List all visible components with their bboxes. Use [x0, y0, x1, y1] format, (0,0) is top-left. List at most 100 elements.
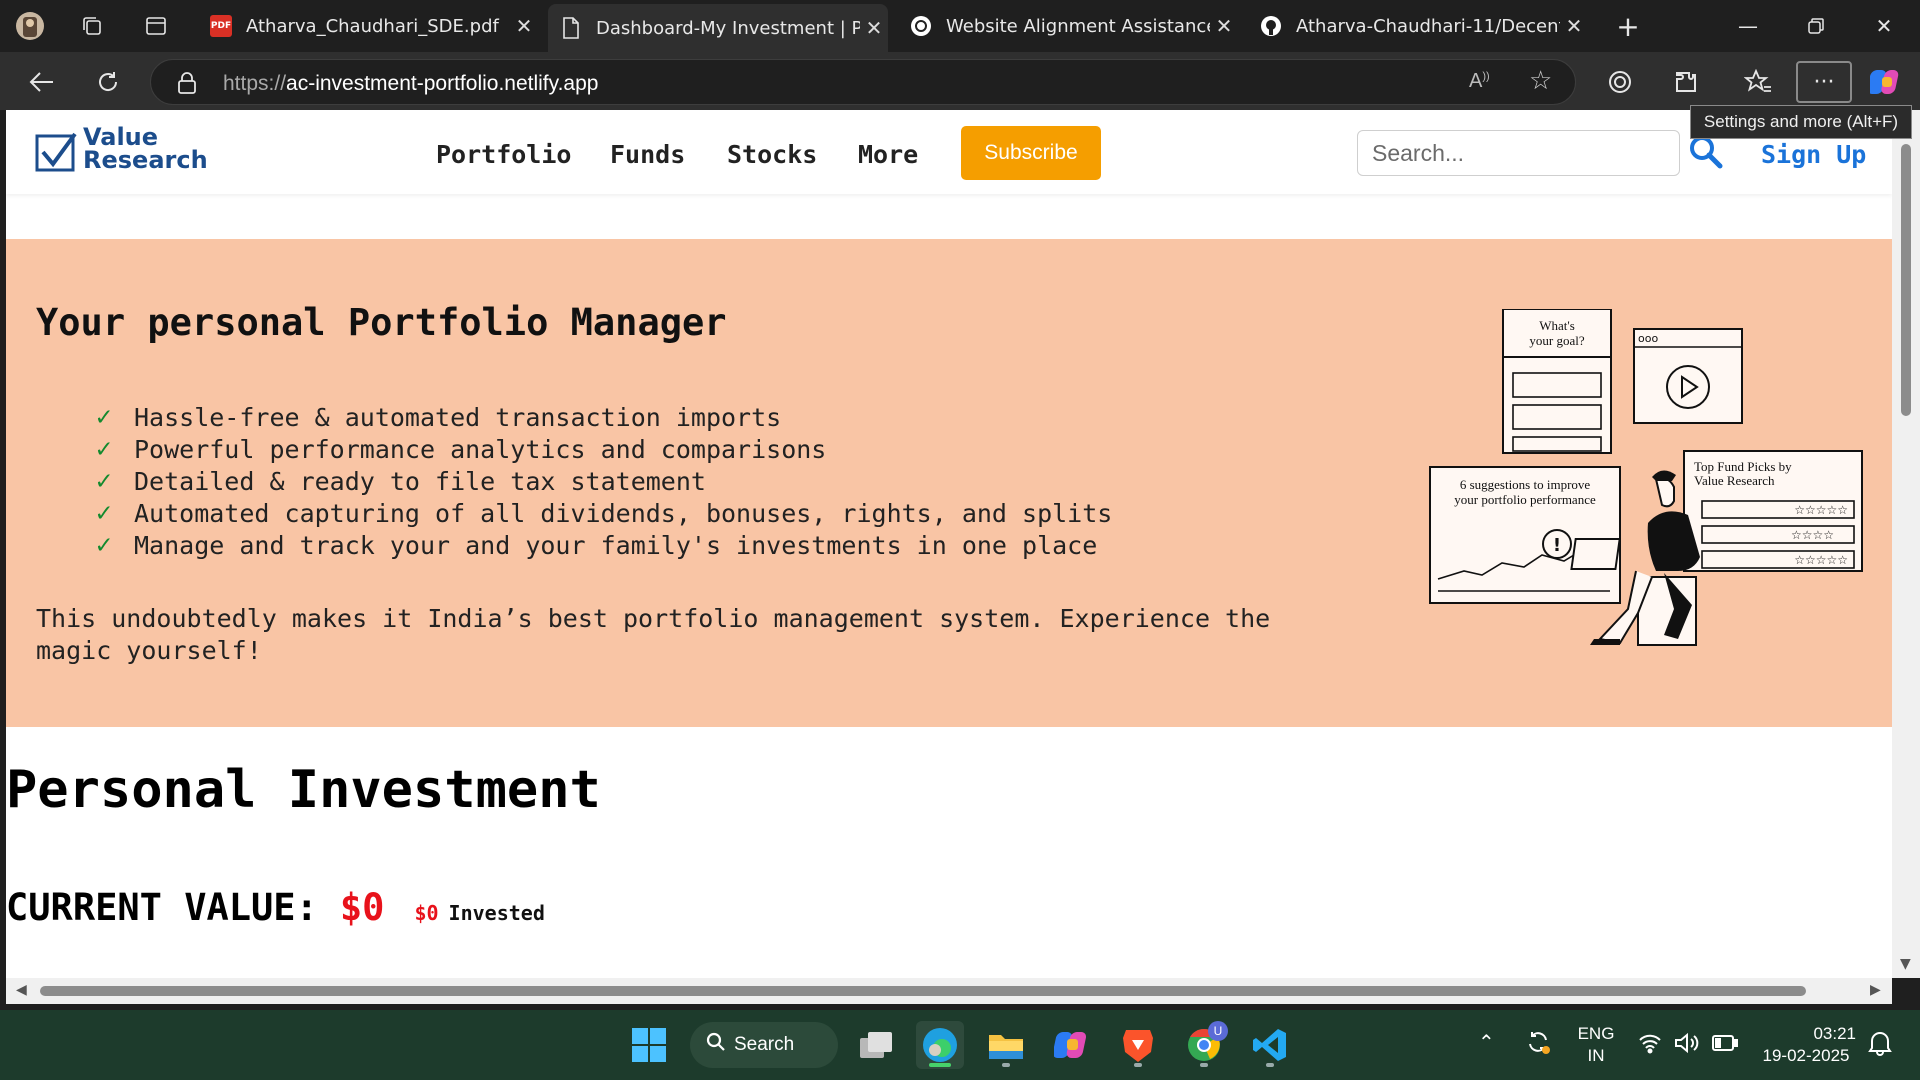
- svg-text:☆☆☆☆☆: ☆☆☆☆☆: [1794, 553, 1848, 567]
- svg-text:6 suggestions to improve: 6 suggestions to improve: [1460, 477, 1591, 492]
- lock-icon[interactable]: [177, 71, 197, 99]
- check-icon: ✓: [96, 498, 112, 528]
- running-app-indicator: [1002, 1063, 1010, 1067]
- brave-browser-icon[interactable]: [1114, 1021, 1162, 1069]
- nav-stocks[interactable]: Stocks: [727, 140, 817, 169]
- running-app-indicator: [1200, 1063, 1208, 1067]
- search-input[interactable]: [1357, 130, 1680, 176]
- close-icon[interactable]: ✕: [860, 16, 888, 40]
- read-aloud-icon[interactable]: A)): [1469, 70, 1490, 93]
- chrome-profile-badge: U: [1208, 1021, 1228, 1041]
- hero-description: This undoubtedly makes it India’s best p…: [36, 604, 1271, 665]
- page-icon: [560, 17, 582, 39]
- taskbar-search-label: Search: [734, 1034, 795, 1055]
- clock[interactable]: 03:21 19-02-2025: [1756, 1023, 1856, 1067]
- active-app-indicator: [929, 1063, 951, 1067]
- pdf-icon: PDF: [210, 15, 232, 37]
- taskbar-search-button[interactable]: Search: [690, 1022, 838, 1068]
- scroll-right-icon[interactable]: ▶: [1870, 982, 1881, 998]
- tab-title: Dashboard-My Investment | Port: [596, 17, 860, 39]
- show-hidden-icons-chevron[interactable]: ⌃: [1478, 1032, 1495, 1054]
- value-research-logo[interactable]: Value Research: [35, 123, 225, 180]
- edge-app-icon[interactable]: [916, 1021, 964, 1069]
- svg-text:☆☆☆☆☆: ☆☆☆☆☆: [1794, 503, 1848, 517]
- clock-time: 03:21: [1813, 1024, 1856, 1043]
- settings-more-button[interactable]: ···: [1796, 61, 1852, 103]
- tab-dashboard[interactable]: Dashboard-My Investment | Port ✕: [548, 4, 888, 52]
- favorites-icon[interactable]: [1740, 64, 1776, 100]
- sync-icon[interactable]: [1524, 1028, 1552, 1062]
- address-bar-row: https://ac-investment-portfolio.netlify.…: [0, 52, 1920, 110]
- subscribe-button[interactable]: Subscribe: [961, 126, 1101, 180]
- openai-icon: [910, 15, 932, 37]
- vertical-tabs-icon[interactable]: [140, 10, 172, 42]
- current-value-row: CURRENT VALUE: $0 $0 Invested: [6, 886, 545, 929]
- tab-title: Atharva-Chaudhari-11/Decentra: [1296, 15, 1560, 37]
- tab-github[interactable]: Atharva-Chaudhari-11/Decentra ✕: [1248, 6, 1588, 46]
- feature-list: ✓ Hassle-free & automated transaction imp…: [96, 401, 1112, 561]
- nav-portfolio[interactable]: Portfolio: [436, 140, 571, 169]
- windows-taskbar: Search U ⌃ ENG IN 03:21 19-02-2025: [0, 1010, 1920, 1080]
- scroll-left-icon[interactable]: ◀: [16, 982, 27, 998]
- windows-start-icon[interactable]: [625, 1021, 673, 1069]
- settings-tooltip: Settings and more (Alt+F): [1690, 105, 1912, 139]
- language-indicator[interactable]: ENG IN: [1574, 1023, 1618, 1067]
- minimize-icon[interactable]: —: [1720, 6, 1776, 46]
- feature-item: ✓ Hassle-free & automated transaction imp…: [96, 402, 782, 432]
- chrome-app-icon[interactable]: U: [1180, 1021, 1228, 1069]
- clock-date: 19-02-2025: [1762, 1046, 1850, 1065]
- nav-more[interactable]: More: [858, 140, 918, 169]
- close-window-icon[interactable]: ✕: [1856, 6, 1912, 46]
- check-icon: ✓: [96, 434, 112, 464]
- logo-check-icon: [35, 132, 77, 172]
- notification-bell-icon[interactable]: [1868, 1030, 1892, 1062]
- svg-text:What's: What's: [1539, 318, 1575, 333]
- signup-link[interactable]: Sign Up: [1761, 140, 1866, 169]
- close-icon[interactable]: ✕: [1210, 14, 1238, 38]
- copilot-app-icon[interactable]: [1048, 1021, 1096, 1069]
- personal-investment-title: Personal Investment: [6, 760, 601, 820]
- close-icon[interactable]: ✕: [510, 14, 538, 38]
- scroll-down-icon[interactable]: ▼: [1900, 956, 1911, 972]
- horizontal-scroll-thumb[interactable]: [40, 986, 1806, 996]
- browser-essentials-icon[interactable]: [1602, 64, 1638, 100]
- url-text: https://ac-investment-portfolio.netlify.…: [223, 72, 599, 95]
- logo-text: Value Research: [83, 123, 208, 174]
- workspaces-icon[interactable]: [76, 10, 108, 42]
- url-input[interactable]: https://ac-investment-portfolio.netlify.…: [150, 59, 1576, 105]
- profile-avatar-icon[interactable]: [14, 10, 46, 42]
- vertical-scrollbar[interactable]: ▲ ▼: [1892, 110, 1920, 978]
- github-icon: [1260, 15, 1282, 37]
- volume-icon[interactable]: [1674, 1032, 1700, 1060]
- task-view-icon[interactable]: [852, 1021, 900, 1069]
- search-icon: [706, 1032, 726, 1058]
- video-card: ooo: [1633, 328, 1743, 424]
- tab-alignment[interactable]: Website Alignment Assistance ✕: [898, 6, 1238, 46]
- extensions-icon[interactable]: [1668, 64, 1704, 100]
- wifi-icon[interactable]: [1638, 1032, 1662, 1060]
- new-tab-icon[interactable]: +: [1612, 10, 1644, 43]
- favorite-star-icon[interactable]: ☆: [1529, 66, 1552, 96]
- battery-icon[interactable]: [1712, 1034, 1738, 1058]
- feature-item: ✓ Detailed & ready to file tax statement: [96, 466, 706, 496]
- suggestions-card: 6 suggestions to improve your portfolio …: [1429, 466, 1621, 604]
- vertical-scroll-thumb[interactable]: [1901, 144, 1911, 416]
- file-explorer-icon[interactable]: [982, 1021, 1030, 1069]
- vscode-app-icon[interactable]: [1246, 1021, 1294, 1069]
- hero-title: Your personal Portfolio Manager: [36, 301, 727, 344]
- svg-text:Value Research: Value Research: [1694, 473, 1775, 488]
- nav-funds[interactable]: Funds: [610, 140, 685, 169]
- restore-icon[interactable]: [1788, 6, 1844, 46]
- goal-card: What's your goal?: [1502, 309, 1612, 454]
- refresh-icon[interactable]: [90, 64, 126, 100]
- running-app-indicator: [1266, 1063, 1274, 1067]
- back-icon[interactable]: [24, 64, 60, 100]
- tab-pdf[interactable]: PDF Atharva_Chaudhari_SDE.pdf ✕: [198, 6, 538, 46]
- feature-item: ✓ Powerful performance analytics and comp…: [96, 434, 827, 464]
- portfolio-illustration: What's your goal? ooo 6 suggestions to i…: [1429, 309, 1863, 646]
- copilot-icon[interactable]: [1868, 64, 1904, 100]
- video-dots: ooo: [1638, 332, 1658, 345]
- horizontal-scrollbar[interactable]: ◀ ▶: [6, 978, 1892, 1004]
- svg-text:Top Fund Picks by: Top Fund Picks by: [1694, 459, 1792, 474]
- close-icon[interactable]: ✕: [1560, 14, 1588, 38]
